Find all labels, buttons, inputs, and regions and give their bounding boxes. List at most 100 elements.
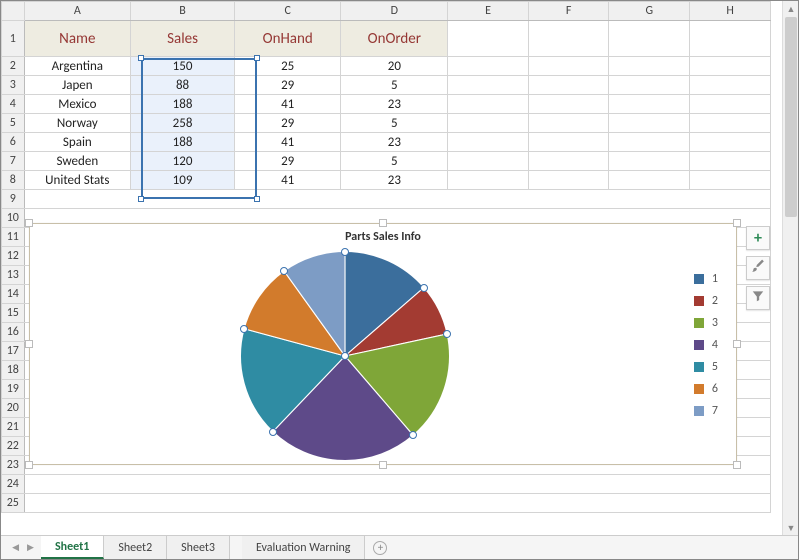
pie-point-handle[interactable] <box>420 284 428 292</box>
pie-point-handle[interactable] <box>443 330 451 338</box>
cell[interactable]: 29 <box>234 114 340 133</box>
cell[interactable]: 120 <box>131 152 235 171</box>
cell[interactable] <box>609 152 690 171</box>
row-header[interactable]: 14 <box>2 285 25 304</box>
cell[interactable] <box>528 114 609 133</box>
cell[interactable] <box>528 133 609 152</box>
cell[interactable] <box>609 133 690 152</box>
sheet-tab-warning[interactable]: Evaluation Warning <box>242 536 366 559</box>
col-header-e[interactable]: E <box>448 2 529 21</box>
cell[interactable] <box>448 114 529 133</box>
pie-point-handle[interactable] <box>341 248 349 256</box>
row-header[interactable]: 9 <box>2 190 25 209</box>
cell-a1[interactable]: Name <box>24 21 131 57</box>
cell[interactable]: 5 <box>341 152 448 171</box>
cell[interactable] <box>528 76 609 95</box>
chart-object[interactable]: Parts Sales Info 1234567 <box>29 223 737 465</box>
selection-handle[interactable] <box>254 55 260 61</box>
cell[interactable] <box>528 57 609 76</box>
chart-resize-handle[interactable] <box>379 461 387 469</box>
chart-resize-handle[interactable] <box>25 340 33 348</box>
chart-resize-handle[interactable] <box>379 219 387 227</box>
cell[interactable]: Spain <box>24 133 131 152</box>
row-header[interactable]: 18 <box>2 361 25 380</box>
cell[interactable]: 23 <box>341 95 448 114</box>
legend-item[interactable]: 1 <box>694 272 718 286</box>
cell[interactable]: 29 <box>234 76 340 95</box>
chart-resize-handle[interactable] <box>733 340 741 348</box>
col-header-b[interactable]: B <box>131 2 235 21</box>
selection-handle[interactable] <box>254 196 260 202</box>
cell[interactable] <box>528 152 609 171</box>
pie-point-handle[interactable] <box>280 267 288 275</box>
cell[interactable]: Norway <box>24 114 131 133</box>
cell[interactable]: 41 <box>234 171 340 190</box>
cell[interactable] <box>528 95 609 114</box>
row-header[interactable]: 23 <box>2 456 25 475</box>
cell[interactable] <box>609 57 690 76</box>
row-header[interactable]: 25 <box>2 494 25 513</box>
sheet-tab-3[interactable]: Sheet3 <box>167 536 230 559</box>
cell[interactable] <box>690 21 771 57</box>
cell[interactable] <box>609 114 690 133</box>
col-header-f[interactable]: F <box>528 2 609 21</box>
col-header-g[interactable]: G <box>609 2 690 21</box>
cell[interactable]: 20 <box>341 57 448 76</box>
row-header[interactable]: 24 <box>2 475 25 494</box>
legend-item[interactable]: 4 <box>694 338 718 352</box>
row-header[interactable]: 8 <box>2 171 25 190</box>
legend-item[interactable]: 5 <box>694 360 718 374</box>
row-header[interactable]: 12 <box>2 247 25 266</box>
cell[interactable] <box>448 133 529 152</box>
row-header[interactable]: 16 <box>2 323 25 342</box>
scroll-down-icon[interactable]: ▼ <box>783 520 799 536</box>
cell[interactable]: Mexico <box>24 95 131 114</box>
cell[interactable]: 88 <box>131 76 235 95</box>
col-header-c[interactable]: C <box>234 2 340 21</box>
cell[interactable] <box>448 95 529 114</box>
cell[interactable]: 188 <box>131 133 235 152</box>
cell[interactable]: 5 <box>341 76 448 95</box>
cell[interactable]: Argentina <box>24 57 131 76</box>
legend-item[interactable]: 3 <box>694 316 718 330</box>
cell[interactable]: 25 <box>234 57 340 76</box>
row-header[interactable]: 2 <box>2 57 25 76</box>
chart-title[interactable]: Parts Sales Info <box>345 230 421 244</box>
row-header[interactable]: 22 <box>2 437 25 456</box>
cell[interactable]: 41 <box>234 133 340 152</box>
cell[interactable] <box>609 171 690 190</box>
cell-c1[interactable]: OnHand <box>234 21 340 57</box>
cell[interactable] <box>448 57 529 76</box>
cell[interactable] <box>528 171 609 190</box>
legend-item[interactable]: 2 <box>694 294 718 308</box>
tab-next-icon[interactable]: ▶ <box>27 542 34 553</box>
cell[interactable] <box>690 114 771 133</box>
cell-d1[interactable]: OnOrder <box>341 21 448 57</box>
row-header[interactable]: 17 <box>2 342 25 361</box>
row-header[interactable]: 15 <box>2 304 25 323</box>
vertical-scrollbar[interactable]: ▲ ▼ <box>782 1 798 536</box>
cell[interactable]: 29 <box>234 152 340 171</box>
selection-handle[interactable] <box>138 196 144 202</box>
row-header[interactable]: 19 <box>2 380 25 399</box>
col-header-d[interactable]: D <box>341 2 448 21</box>
cell[interactable] <box>448 76 529 95</box>
cell[interactable] <box>690 76 771 95</box>
cell[interactable]: United Stats <box>24 171 131 190</box>
cell[interactable]: 23 <box>341 133 448 152</box>
cell[interactable] <box>448 21 529 57</box>
chart-filter-button[interactable] <box>746 286 770 310</box>
cell[interactable]: 5 <box>341 114 448 133</box>
scrollbar-thumb[interactable] <box>785 17 797 217</box>
tab-nav[interactable]: ◀ ▶ <box>1 536 41 559</box>
cell[interactable] <box>609 21 690 57</box>
cell[interactable] <box>448 171 529 190</box>
pie-point-handle[interactable] <box>269 428 277 436</box>
new-sheet-button[interactable]: + <box>365 536 395 559</box>
row-header-1[interactable]: 1 <box>2 21 25 57</box>
scroll-up-icon[interactable]: ▲ <box>783 1 799 17</box>
cell[interactable] <box>609 95 690 114</box>
cell[interactable]: 109 <box>131 171 235 190</box>
cell[interactable]: 23 <box>341 171 448 190</box>
select-all-corner[interactable] <box>2 2 25 21</box>
